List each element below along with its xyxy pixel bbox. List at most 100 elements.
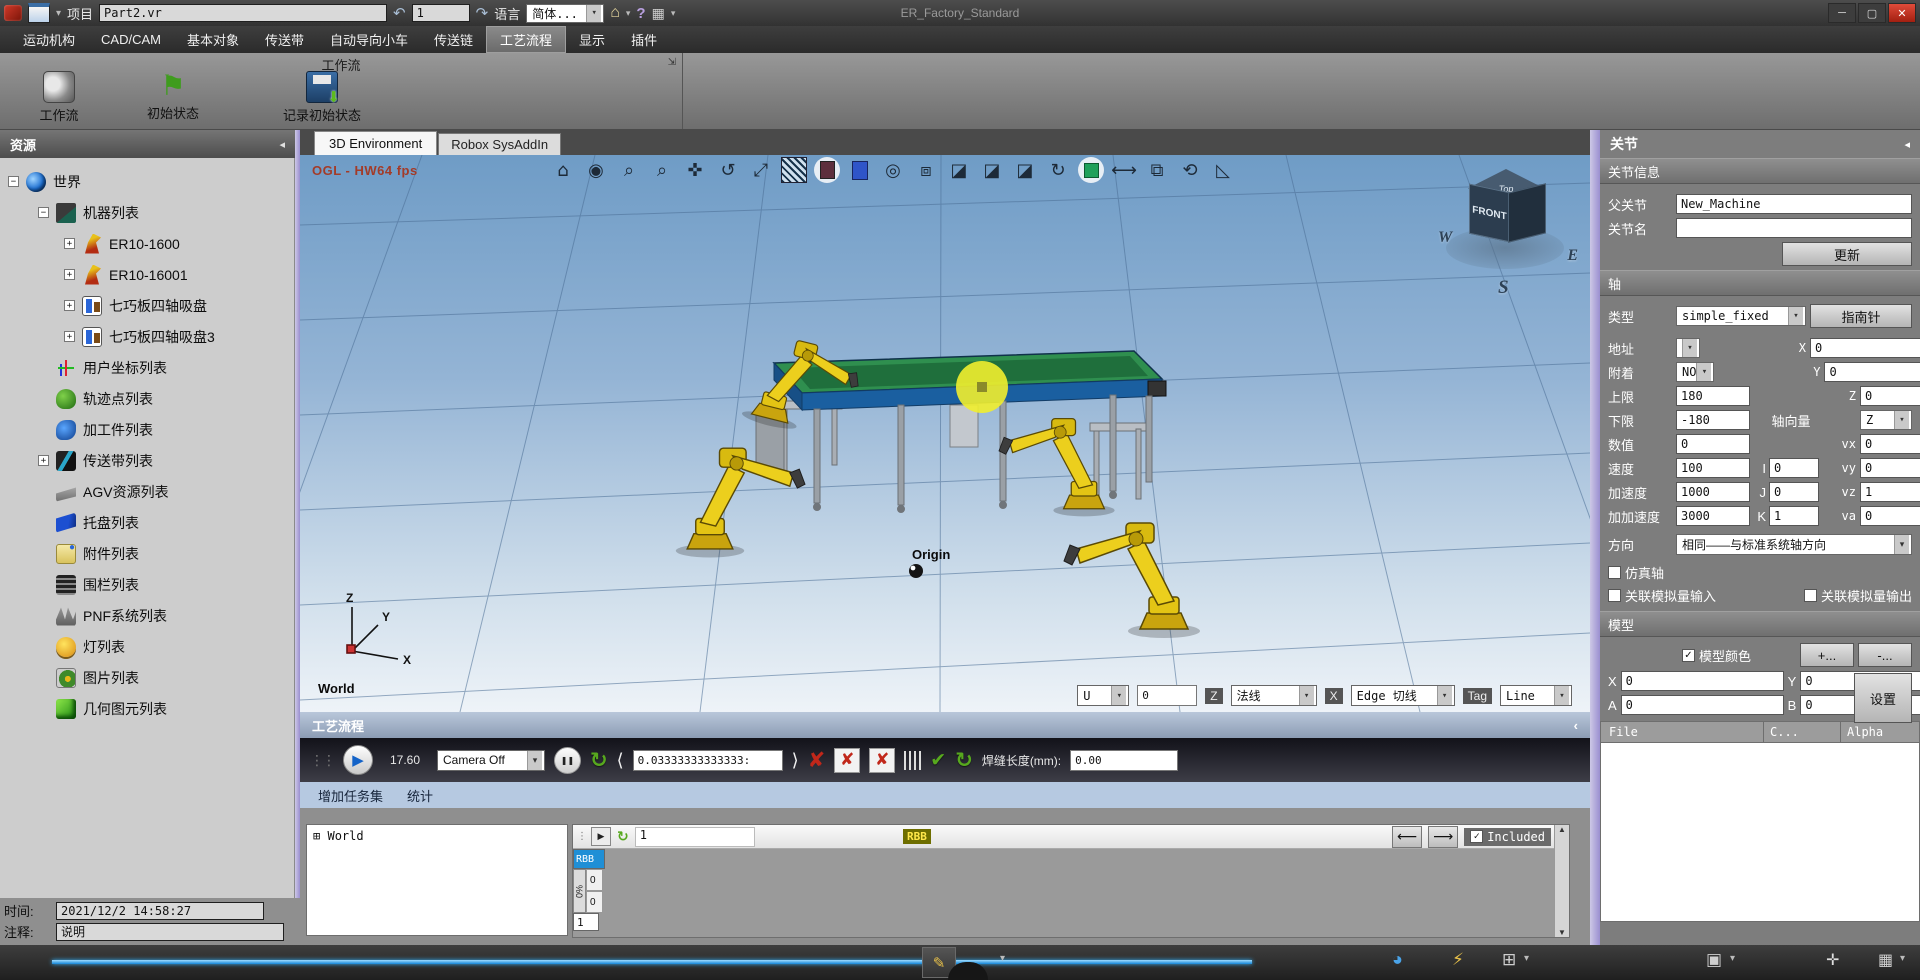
wireframe-render-icon[interactable] <box>847 157 873 183</box>
upper-limit-input[interactable] <box>1676 386 1750 406</box>
pan-icon[interactable]: ✜ <box>682 157 708 183</box>
alpha-column-header[interactable]: Alpha <box>1841 721 1920 743</box>
tree-item[interactable]: 附件列表 <box>0 538 294 569</box>
3d-viewport[interactable]: Z Y X OGL - HW64 fps ⌂ ◉ ⌕ ⌕ ✜ ↺ ⤢ <box>300 155 1590 712</box>
box-view-icon[interactable]: ⧈ <box>913 157 939 183</box>
chevron-down-icon[interactable]: ▾ <box>671 8 676 19</box>
update-button[interactable]: 更新 <box>1782 242 1912 266</box>
home-icon[interactable]: ⌂ <box>550 157 576 183</box>
scroll-up-icon[interactable]: ▲ <box>1558 825 1566 834</box>
chevron-down-icon[interactable]: ▾ <box>1730 953 1735 964</box>
tree-expander-icon[interactable] <box>64 331 75 342</box>
vy-input[interactable] <box>1860 458 1920 478</box>
included-checkbox[interactable]: ✓ Included <box>1464 828 1551 846</box>
fit-view-icon[interactable]: ⤢ <box>748 157 774 183</box>
jerk-input[interactable] <box>1676 506 1750 526</box>
task-badge[interactable]: RBB <box>903 829 931 844</box>
edge-tangent-select[interactable]: Edge 切线▾ <box>1351 685 1455 706</box>
direction-select[interactable]: 相同——与标准系统轴方向▾ <box>1676 534 1912 555</box>
record-icon[interactable]: ◕ <box>1392 949 1403 970</box>
step-forward-button[interactable]: ⟩ <box>792 750 799 771</box>
value-input[interactable] <box>1676 434 1750 454</box>
chevron-down-icon[interactable]: ▾ <box>1900 953 1905 964</box>
clear-icon[interactable]: ⚡ <box>1452 950 1464 970</box>
tab-3d-environment[interactable]: 3D Environment <box>314 131 437 155</box>
model-x-input[interactable] <box>1621 671 1784 691</box>
menu-item[interactable]: 插件 <box>618 26 670 53</box>
record-initial-state-button[interactable]: 记录初始状态 <box>252 71 392 124</box>
tree-item[interactable]: ER10-1600 <box>0 228 294 259</box>
track-name-cell[interactable]: RBB <box>573 849 605 869</box>
project-name-input[interactable] <box>99 4 387 22</box>
pause-button[interactable]: ❚❚ <box>554 747 581 774</box>
tree-item[interactable]: 轨迹点列表 <box>0 383 294 414</box>
j-input[interactable] <box>1769 482 1819 502</box>
move-left-button[interactable]: ⟵ <box>1392 826 1422 848</box>
tree-item[interactable]: 托盘列表 <box>0 507 294 538</box>
stop-button[interactable]: ✘ <box>808 748 826 773</box>
vx-input[interactable] <box>1860 434 1920 454</box>
collapse-panel-icon[interactable]: ‹ <box>1574 718 1578 733</box>
tree-item[interactable]: 灯列表 <box>0 631 294 662</box>
menu-item[interactable]: 显示 <box>566 26 618 53</box>
tree-item[interactable]: 七巧板四轴吸盘3 <box>0 321 294 352</box>
va-input[interactable] <box>1860 506 1920 526</box>
minimize-button[interactable]: ─ <box>1828 3 1856 23</box>
joint-name-input[interactable] <box>1676 218 1912 238</box>
crosshair-icon[interactable]: ✛ <box>1826 950 1839 970</box>
y-input[interactable] <box>1824 362 1920 382</box>
weld-length-input[interactable] <box>1070 750 1178 771</box>
model-a-input[interactable] <box>1621 695 1784 715</box>
tree-expander-icon[interactable] <box>38 455 49 466</box>
sim-axis-checkbox[interactable] <box>1608 566 1621 579</box>
note-input[interactable] <box>56 923 284 941</box>
row-play-icon[interactable]: ▶ <box>591 827 611 846</box>
dialog-launcher-icon[interactable]: ⇲ <box>668 57 676 68</box>
section-plane-x-icon[interactable]: ◪ <box>946 157 972 183</box>
step-interval-input[interactable] <box>633 750 783 771</box>
selection-highlight[interactable] <box>956 361 1008 413</box>
origin-marker[interactable] <box>909 564 923 578</box>
marker-icon[interactable] <box>1078 157 1104 183</box>
color-column-header[interactable]: C... <box>1764 721 1841 743</box>
file-column-header[interactable]: File <box>1600 721 1764 743</box>
tree-item[interactable]: 七巧板四轴吸盘 <box>0 290 294 321</box>
chevron-down-icon[interactable]: ▾ <box>56 8 61 19</box>
lower-limit-input[interactable] <box>1676 410 1750 430</box>
refresh-button[interactable]: ↻ <box>955 748 973 773</box>
move-right-button[interactable]: ⟶ <box>1428 826 1458 848</box>
section-plane-z-icon[interactable]: ◪ <box>1012 157 1038 183</box>
task-row[interactable]: ⋮ ▶ ↻ 1 ⟵ ⟶ ✓ Included <box>573 825 1555 849</box>
menu-item[interactable]: 传送链 <box>421 26 486 53</box>
tree-item[interactable]: 传送带列表 <box>0 445 294 476</box>
undo-count-input[interactable] <box>412 4 470 22</box>
loop-refresh-icon[interactable]: ↻ <box>590 748 608 773</box>
redo-icon[interactable]: ↷ <box>476 4 489 22</box>
shaded-render-icon[interactable] <box>814 157 840 183</box>
zoom-window-icon[interactable]: ⌕ <box>616 157 642 183</box>
delete-task-button[interactable]: ✘ <box>834 748 860 773</box>
scroll-down-icon[interactable]: ▼ <box>1558 928 1566 937</box>
new-window-icon[interactable] <box>28 3 50 23</box>
accel-input[interactable] <box>1676 482 1750 502</box>
time-input[interactable] <box>56 902 264 920</box>
undo-icon[interactable]: ↶ <box>393 4 406 22</box>
analog-output-checkbox[interactable] <box>1804 589 1817 602</box>
vz-input[interactable] <box>1860 482 1920 502</box>
play-button[interactable]: ▶ <box>343 745 373 775</box>
tree-expander-icon[interactable] <box>38 207 49 218</box>
tree-item[interactable]: 世界 <box>0 166 294 197</box>
tree-expander-icon[interactable] <box>8 176 19 187</box>
z-input[interactable] <box>1860 386 1920 406</box>
tree-root-expander-icon[interactable]: ⊞ <box>313 829 320 843</box>
box-expand-icon[interactable]: ⧉ <box>1144 157 1170 183</box>
orbit-icon[interactable]: ◉ <box>583 157 609 183</box>
close-button[interactable]: ✕ <box>1888 3 1916 23</box>
validate-button[interactable]: ✔ <box>930 749 946 772</box>
section-plane-y-icon[interactable]: ◪ <box>979 157 1005 183</box>
tree-item[interactable]: PNF系统列表 <box>0 600 294 631</box>
right-splitter[interactable] <box>1590 130 1600 945</box>
tree-item[interactable]: 围栏列表 <box>0 569 294 600</box>
drag-handle[interactable]: ⋮⋮ <box>310 752 334 769</box>
menu-item[interactable]: CAD/CAM <box>88 26 174 53</box>
